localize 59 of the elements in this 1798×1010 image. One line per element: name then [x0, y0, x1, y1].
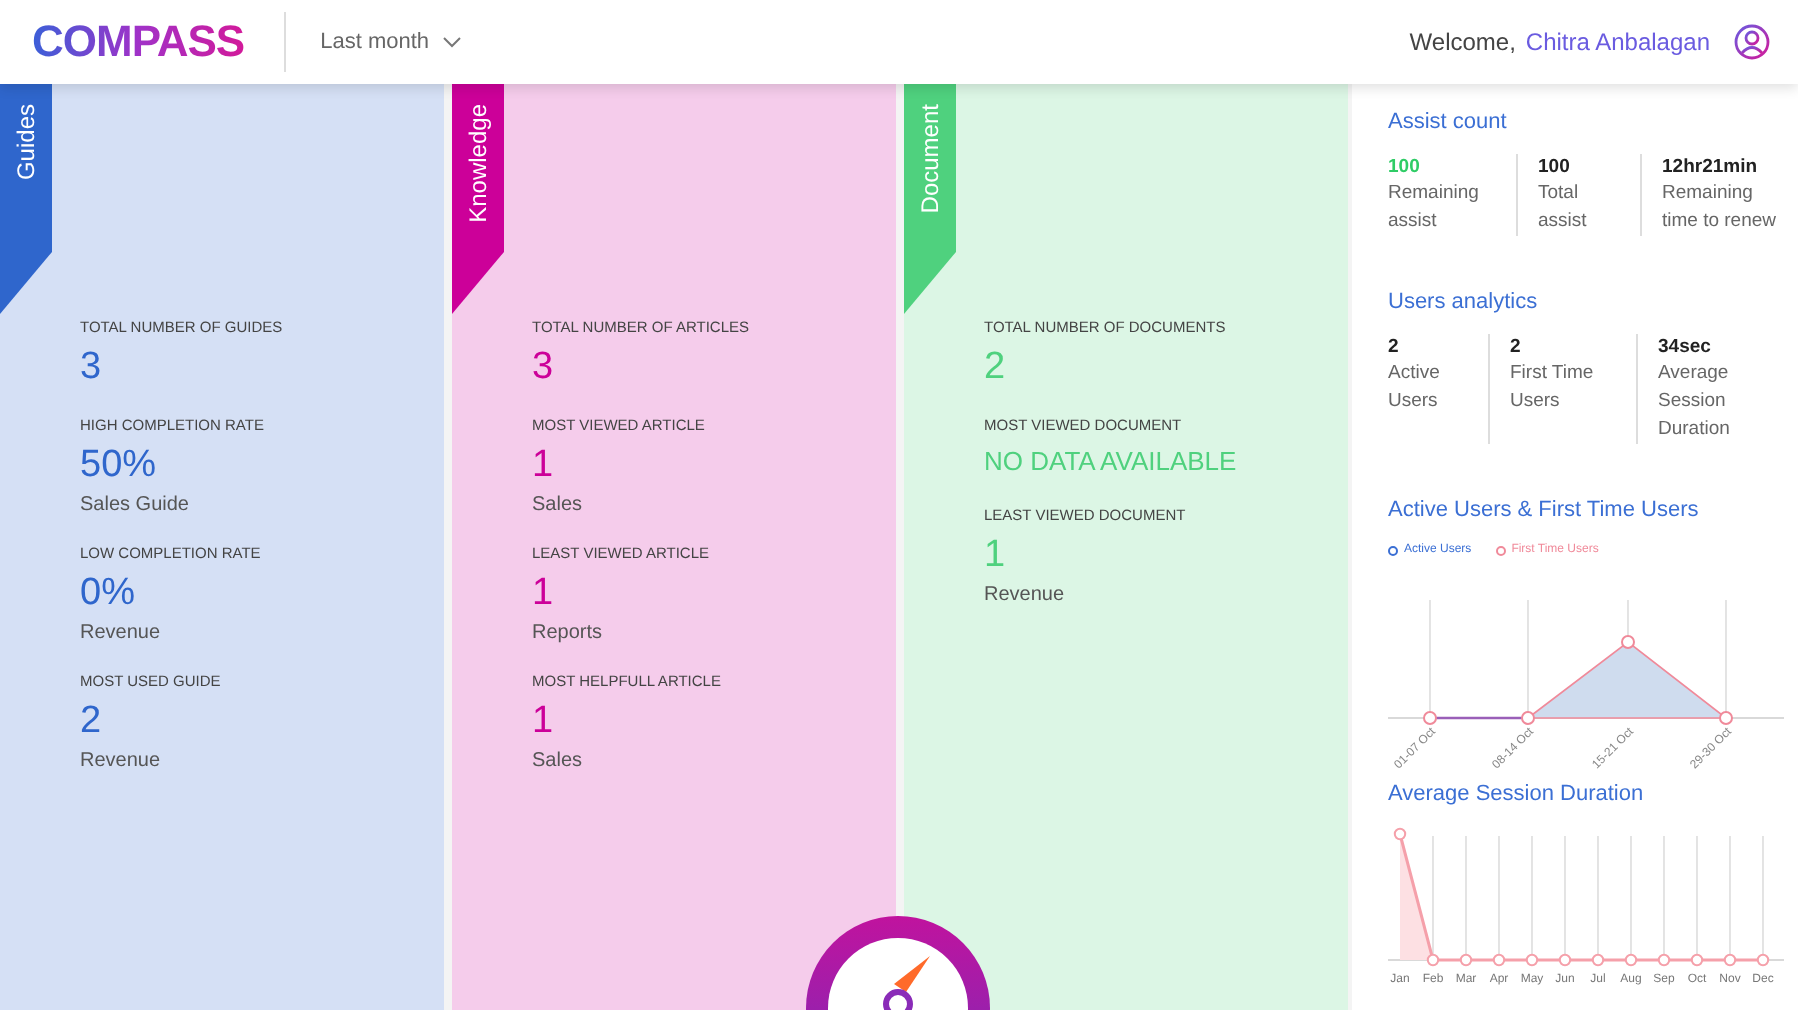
data-point: [1525, 953, 1539, 967]
stat-caption: Sales Guide: [80, 494, 189, 518]
data-point: [1723, 953, 1737, 967]
section-tab-label: Knowledge: [464, 104, 492, 223]
compass-icon: [806, 916, 990, 1010]
stat-value: 1: [532, 572, 554, 616]
metric-label: First Time Users: [1510, 360, 1596, 416]
metric-value: 12hr21min: [1662, 154, 1760, 180]
data-point: [1423, 711, 1437, 725]
metric-value: 34sec: [1658, 334, 1713, 360]
data-point: [1657, 953, 1671, 967]
stat-value: 2: [80, 700, 102, 744]
data-point: [1719, 711, 1733, 725]
section-title: Users analytics: [1388, 288, 1540, 316]
metric-value: 2: [1510, 334, 1523, 360]
data-point: [1690, 953, 1704, 967]
data-point: [1621, 635, 1635, 649]
data-point: [1459, 953, 1473, 967]
data-point: [1521, 711, 1535, 725]
data-point: [1426, 953, 1440, 967]
stat-caption: Sales: [532, 494, 583, 518]
stat-caption: Sales: [532, 750, 583, 774]
stat-value: 1: [984, 534, 1006, 578]
user-name-link[interactable]: Chitra Anbalagan: [1525, 28, 1710, 56]
stat-value: 50%: [80, 444, 157, 488]
data-point: [1591, 953, 1605, 967]
stat-caption: Reports: [532, 622, 603, 646]
metric-label: Active Users: [1388, 360, 1442, 416]
metric-value: 100: [1388, 154, 1422, 180]
data-point: [1756, 953, 1770, 967]
data-point: [1624, 953, 1638, 967]
stat-value: 3: [80, 346, 102, 390]
chevron-down-icon: [441, 36, 462, 48]
data-point: [1492, 953, 1506, 967]
stat-value: 2: [984, 346, 1006, 390]
metric-label: Total assist: [1538, 180, 1589, 236]
metric-label: Remaining time to renew: [1662, 180, 1779, 236]
period-dropdown[interactable]: Last month: [320, 30, 462, 54]
stat-caption: Revenue: [80, 750, 161, 774]
section-title: Assist count: [1388, 108, 1509, 136]
chart-title: Average Session Duration: [1388, 780, 1646, 808]
data-point: [1393, 827, 1407, 841]
stat-value: 0%: [80, 572, 135, 616]
stat-value: NO DATA AVAILABLE: [984, 444, 1237, 480]
chart-title: Active Users & First Time Users: [1388, 496, 1701, 524]
stat-value: 3: [532, 346, 554, 390]
metric-label: Remaining assist: [1388, 180, 1481, 236]
stat-caption: Revenue: [80, 622, 161, 646]
metric-value: 2: [1388, 334, 1401, 360]
metric-label: Average Session Duration: [1658, 360, 1732, 444]
section-tab-label: Guides: [12, 104, 40, 181]
welcome-text: Welcome,: [1409, 28, 1516, 56]
section-tab-label: Document: [916, 104, 944, 214]
stat-value: 1: [532, 700, 554, 744]
stat-value: 1: [532, 444, 554, 488]
data-point: [1558, 953, 1572, 967]
stat-caption: Revenue: [984, 584, 1065, 608]
user-avatar-icon[interactable]: [1734, 24, 1770, 60]
metric-value: 100: [1538, 154, 1572, 180]
